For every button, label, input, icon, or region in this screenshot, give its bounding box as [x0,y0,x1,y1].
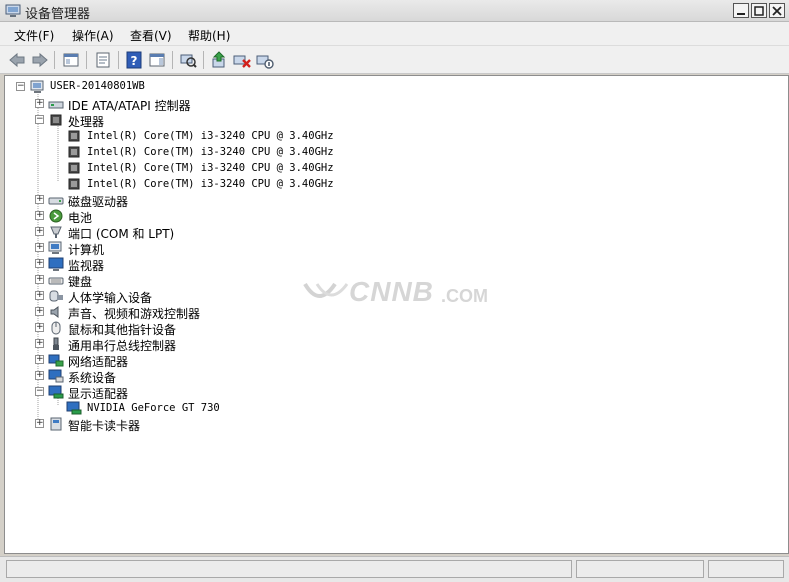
help-icon[interactable]: ? [125,51,143,69]
menu-file[interactable]: 文件(F) [14,27,54,44]
expand-icon[interactable]: + [35,99,44,108]
close-button[interactable] [769,3,785,18]
tree-device-label: Intel(R) Core(TM) i3-3240 CPU @ 3.40GHz [87,146,334,158]
action-pane-icon[interactable] [148,51,166,69]
tree-category-label: 电池 [68,211,93,225]
minimize-button[interactable] [733,3,749,18]
computer-name: USER-20140801WB [50,80,145,92]
smart-card-reader-icon [50,417,62,431]
back-arrow-icon[interactable] [8,51,26,69]
expand-icon[interactable]: + [35,259,44,268]
expand-icon[interactable]: + [35,371,44,380]
watermark-brand: CNNB [349,276,434,307]
display-adapter-icon [48,385,64,399]
collapse-icon[interactable]: − [16,82,25,91]
toolbar-separator [172,51,173,69]
title-bar: 设备管理器 [0,0,789,22]
network-adapter-icon [48,354,64,367]
status-cell-right [708,560,784,578]
tree-category-label: 人体学输入设备 [68,291,153,305]
toolbar: ? [0,46,789,74]
expand-icon[interactable]: + [35,243,44,252]
forward-arrow-icon[interactable] [31,51,49,69]
tree-category-label: 监视器 [68,259,105,273]
sound-icon [50,306,59,318]
collapse-icon[interactable]: − [35,115,44,124]
collapse-icon[interactable]: − [35,387,44,396]
expand-icon[interactable]: + [35,227,44,236]
menu-bar: 文件(F) 操作(A) 查看(V) 帮助(H) [0,22,789,46]
tree-category-label: 通用串行总线控制器 [68,339,177,353]
tree-device-label: Intel(R) Core(TM) i3-3240 CPU @ 3.40GHz [87,130,334,142]
minimize-icon [737,12,745,15]
tree-category-label: 智能卡读卡器 [68,419,141,433]
window-controls [733,3,785,18]
mouse-icon [51,321,61,335]
status-bar [0,556,789,582]
uninstall-icon[interactable] [233,51,251,69]
tree-device-label: Intel(R) Core(TM) i3-3240 CPU @ 3.40GHz [87,162,334,174]
tree-category-label: 网络适配器 [68,355,129,369]
toolbar-separator [54,51,55,69]
toolbar-separator [118,51,119,69]
expand-icon[interactable]: + [35,211,44,220]
watermark-logo: CNNB .COM [301,274,501,314]
computer-icon [48,241,62,254]
tree-category-label: 声音、视频和游戏控制器 [68,307,201,321]
svg-text:?: ? [131,54,138,68]
menu-view[interactable]: 查看(V) [130,27,172,44]
computer-icon [30,80,44,93]
gpu-icon [66,401,82,415]
status-cell-main [6,560,572,578]
tree-category-label: 端口 (COM 和 LPT) [68,227,175,241]
ide-controller-icon [48,101,64,109]
keyboard-icon [48,277,64,285]
properties-icon[interactable] [94,51,112,69]
battery-icon [49,209,63,223]
system-device-icon [48,369,64,383]
tree-device-label: Intel(R) Core(TM) i3-3240 CPU @ 3.40GHz [87,178,334,190]
maximize-icon [754,5,764,16]
cpu-chip-icon [68,146,80,158]
close-icon [772,5,782,16]
toolbar-separator [203,51,204,69]
processor-icon [50,114,62,126]
device-tree[interactable]: − USER-20140801WB + IDE ATA/ATAPI 控制器 − 处理器… [4,75,789,554]
disable-icon[interactable] [256,51,274,69]
device-manager-icon [5,4,21,17]
tree-device-label: NVIDIA GeForce GT 730 [87,402,220,414]
monitor-icon [48,257,64,271]
update-driver-icon[interactable] [210,51,228,69]
menu-action[interactable]: 操作(A) [72,27,114,44]
cpu-chip-icon [68,130,80,142]
menu-help[interactable]: 帮助(H) [188,27,230,44]
expand-icon[interactable]: + [35,419,44,428]
cpu-chip-icon [68,162,80,174]
window-title: 设备管理器 [25,7,91,22]
usb-icon [53,337,59,350]
tree-category-label: 键盘 [68,275,93,289]
tree-category-label: 系统设备 [68,371,117,385]
tree-category-label: 鼠标和其他指针设备 [68,323,177,337]
scan-hardware-icon[interactable] [179,51,197,69]
maximize-button[interactable] [751,3,767,18]
disk-drive-icon [48,197,64,205]
expand-icon[interactable]: + [35,339,44,348]
expand-icon[interactable]: + [35,355,44,364]
watermark-suffix: .COM [441,286,488,306]
expand-icon[interactable]: + [35,195,44,204]
status-cell-middle [576,560,704,578]
console-tree-icon[interactable] [62,51,80,69]
hid-icon [49,290,63,302]
cpu-chip-icon [68,178,80,190]
expand-icon[interactable]: + [35,307,44,316]
port-icon [50,226,62,238]
tree-category-label: IDE ATA/ATAPI 控制器 [68,99,191,113]
expand-icon[interactable]: + [35,275,44,284]
toolbar-separator [86,51,87,69]
expand-icon[interactable]: + [35,291,44,300]
tree-category-label: 计算机 [68,243,105,257]
tree-category-label: 磁盘驱动器 [68,195,129,209]
expand-icon[interactable]: + [35,323,44,332]
